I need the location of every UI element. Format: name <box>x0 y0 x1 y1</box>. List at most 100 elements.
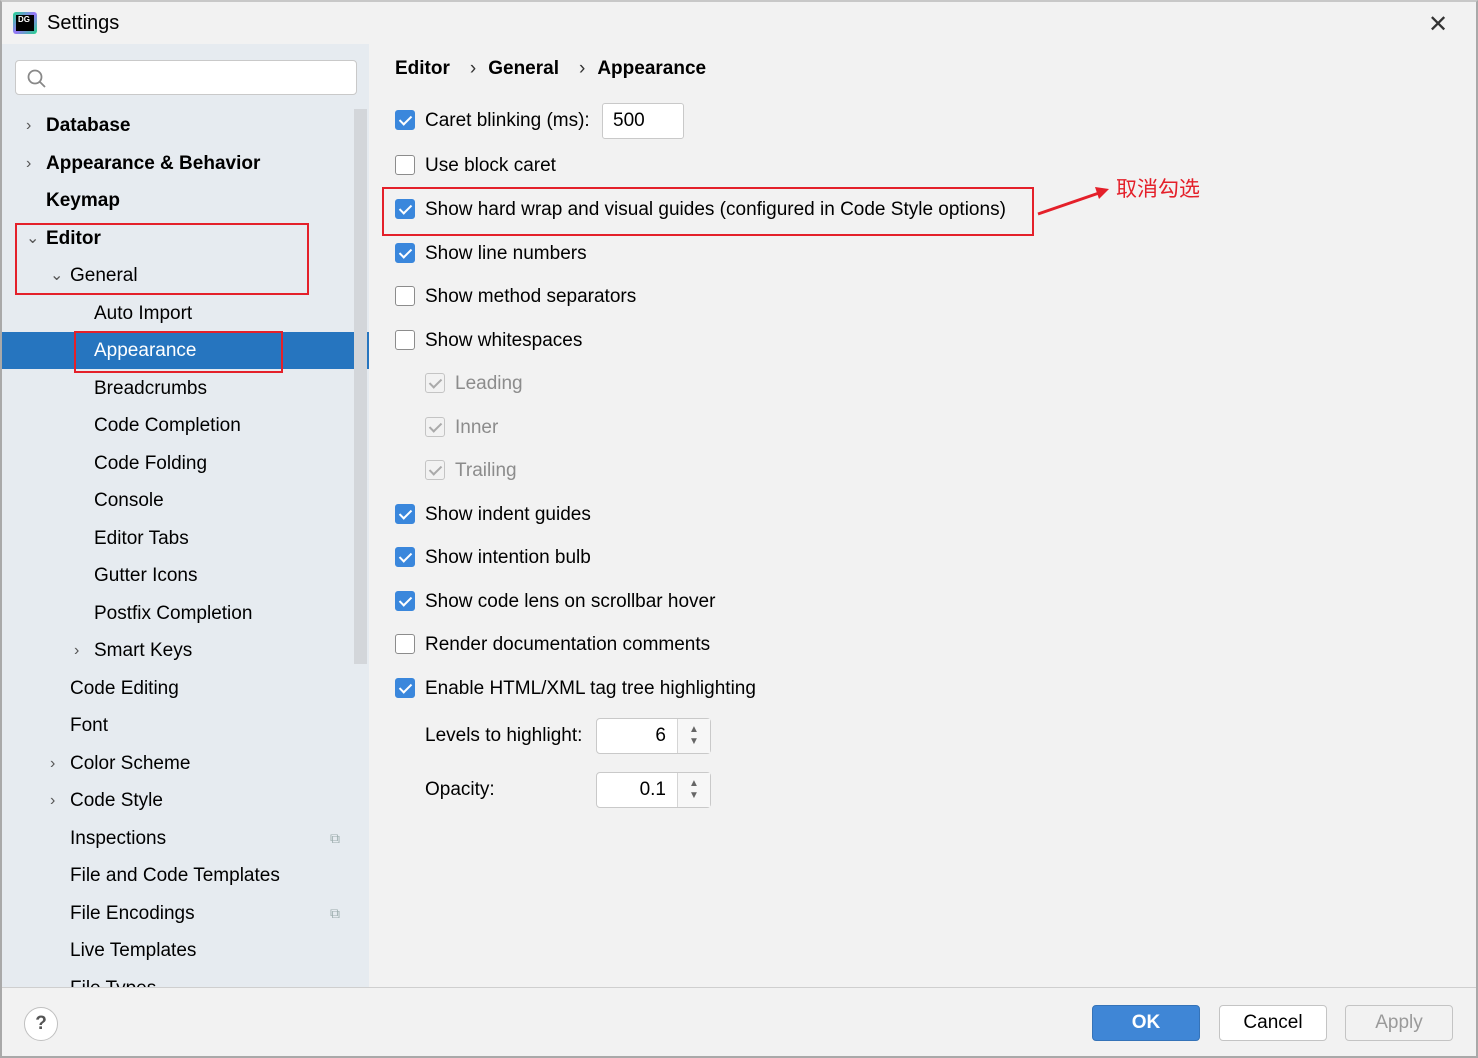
sidebar-item-postfix-completion[interactable]: Postfix Completion <box>2 595 369 632</box>
spinner-arrows-icon[interactable]: ▲ ▼ <box>677 719 710 753</box>
sidebar-item-breadcrumbs[interactable]: Breadcrumbs <box>2 370 369 407</box>
sidebar-item-label: Inspections <box>70 827 167 849</box>
sidebar-item-label: Auto Import <box>94 302 193 324</box>
checkbox[interactable] <box>395 243 415 263</box>
spinner-arrows-icon[interactable]: ▲ ▼ <box>677 773 710 807</box>
search-icon <box>27 69 46 88</box>
sidebar-item-font[interactable]: Font <box>2 707 369 744</box>
sidebar-item-code-editing[interactable]: Code Editing <box>2 670 369 707</box>
checkbox[interactable] <box>425 460 445 480</box>
sidebar-item-code-style[interactable]: › Code Style <box>2 782 369 819</box>
sidebar-item-inspections[interactable]: Inspections ⧉ <box>2 820 369 857</box>
checkbox[interactable] <box>395 330 415 350</box>
sidebar-item-label: Keymap <box>46 190 120 211</box>
option-label: Show hard wrap and visual guides (config… <box>425 199 1006 220</box>
sidebar-item-label: Editor Tabs <box>94 527 189 549</box>
breadcrumb: Editor › General › Appearance <box>395 58 707 79</box>
breadcrumb-item[interactable]: Editor <box>395 58 450 79</box>
apply-button[interactable]: Apply <box>1345 1005 1453 1041</box>
breadcrumb-item[interactable]: General <box>488 58 559 79</box>
levels-label: Levels to highlight: <box>425 725 583 746</box>
sidebar-item-label: Font <box>70 715 109 736</box>
option-label: Caret blinking (ms): <box>425 110 590 131</box>
checkbox[interactable] <box>395 199 415 219</box>
cancel-button[interactable]: Cancel <box>1219 1005 1327 1041</box>
opacity-label: Opacity: <box>425 779 495 800</box>
sidebar-item-label: Smart Keys <box>94 640 193 661</box>
sidebar-scrollbar[interactable] <box>354 109 367 664</box>
option-label: Inner <box>455 417 499 438</box>
checkbox[interactable] <box>395 547 415 567</box>
option-label: Show whitespaces <box>425 330 583 351</box>
sidebar-item-general[interactable]: ⌄ General <box>2 257 369 294</box>
sidebar-item-label: Breadcrumbs <box>94 377 207 399</box>
opacity-spinner[interactable]: 0.1 ▲ ▼ <box>596 772 711 808</box>
sidebar-item-database[interactable]: › Database <box>2 107 369 144</box>
sidebar-item-label: Code Editing <box>70 677 179 699</box>
caret-blinking-input[interactable]: 500 <box>602 103 684 139</box>
help-button[interactable]: ? <box>24 1007 58 1041</box>
sidebar-item-file-types[interactable]: File Types <box>2 970 369 988</box>
settings-tree: › Database › Appearance & Behavior Keymap ⌄ Ed… <box>2 44 369 987</box>
chevron-right-icon[interactable]: › <box>74 632 79 669</box>
sidebar-item-smart-keys[interactable]: › Smart Keys <box>2 632 369 669</box>
checkbox[interactable] <box>395 155 415 175</box>
sidebar-item-code-folding[interactable]: Code Folding <box>2 445 369 482</box>
sidebar-item-label: Appearance & Behavior <box>46 152 261 174</box>
checkbox[interactable] <box>395 504 415 524</box>
search-input[interactable] <box>15 60 357 95</box>
sidebar-item-label: Code Completion <box>94 415 241 436</box>
option-label: Render documentation comments <box>425 634 711 655</box>
project-scope-icon: ⧉ <box>330 904 340 921</box>
sidebar-item-editor[interactable]: ⌄ Editor <box>2 220 369 257</box>
sidebar-item-label: Database <box>46 115 131 136</box>
sidebar-item-live-templates[interactable]: Live Templates <box>2 932 369 969</box>
appearance-panel: Editor › General › Appearance Caret blinking… <box>369 44 1476 987</box>
chevron-right-icon[interactable]: › <box>50 745 55 782</box>
sidebar-item-auto-import[interactable]: Auto Import <box>2 295 369 332</box>
sidebar-item-file-and-code-templates[interactable]: File and Code Templates <box>2 857 369 894</box>
checkbox[interactable] <box>395 678 415 698</box>
project-scope-icon: ⧉ <box>330 829 340 846</box>
sidebar-item-appearance-behavior[interactable]: › Appearance & Behavior <box>2 145 369 182</box>
checkbox[interactable] <box>395 634 415 654</box>
sidebar-item-label: File Types <box>70 970 156 988</box>
annotation-text: 取消勾选 <box>1116 178 1200 201</box>
checkbox[interactable] <box>395 591 415 611</box>
option-label: Show method separators <box>425 286 637 307</box>
sidebar-item-keymap[interactable]: Keymap <box>2 182 369 219</box>
chevron-right-icon[interactable]: › <box>50 782 55 819</box>
ok-button[interactable]: OK <box>1092 1005 1200 1041</box>
sidebar-item-label: Code Style <box>70 790 163 811</box>
option-label: Show line numbers <box>425 243 587 264</box>
sidebar-item-label: Appearance <box>94 340 197 361</box>
title-bar: DG Settings ✕ <box>0 0 1478 44</box>
sidebar-item-color-scheme[interactable]: › Color Scheme <box>2 745 369 782</box>
option-label: Enable HTML/XML tag tree highlighting <box>425 678 756 699</box>
chevron-down-icon[interactable]: ⌄ <box>50 257 63 294</box>
checkbox[interactable] <box>395 286 415 306</box>
chevron-down-icon[interactable]: ⌄ <box>26 220 39 257</box>
sidebar-item-label: File Encodings <box>70 902 195 924</box>
sidebar-item-file-encodings[interactable]: File Encodings ⧉ <box>2 895 369 932</box>
sidebar-item-editor-tabs[interactable]: Editor Tabs <box>2 520 369 557</box>
option-label: Trailing <box>455 460 517 481</box>
sidebar-item-code-completion[interactable]: Code Completion <box>2 407 369 444</box>
option-label: Leading <box>455 373 523 394</box>
checkbox[interactable] <box>395 110 415 130</box>
chevron-right-icon[interactable]: › <box>26 145 31 182</box>
levels-spinner[interactable]: 6 ▲ ▼ <box>596 718 711 754</box>
close-icon[interactable]: ✕ <box>1428 10 1448 39</box>
checkbox[interactable] <box>425 373 445 393</box>
option-label: Show code lens on scrollbar hover <box>425 591 716 612</box>
option-label: Use block caret <box>425 155 556 176</box>
sidebar-item-label: Postfix Completion <box>94 602 253 624</box>
sidebar-item-console[interactable]: Console <box>2 482 369 519</box>
sidebar-item-appearance[interactable]: Appearance <box>2 332 369 369</box>
window-title: Settings <box>47 12 120 34</box>
annotation-arrow-icon <box>1037 187 1109 216</box>
checkbox[interactable] <box>425 417 445 437</box>
sidebar-item-gutter-icons[interactable]: Gutter Icons <box>2 557 369 594</box>
sidebar-item-label: Gutter Icons <box>94 565 198 586</box>
chevron-right-icon[interactable]: › <box>26 107 31 144</box>
